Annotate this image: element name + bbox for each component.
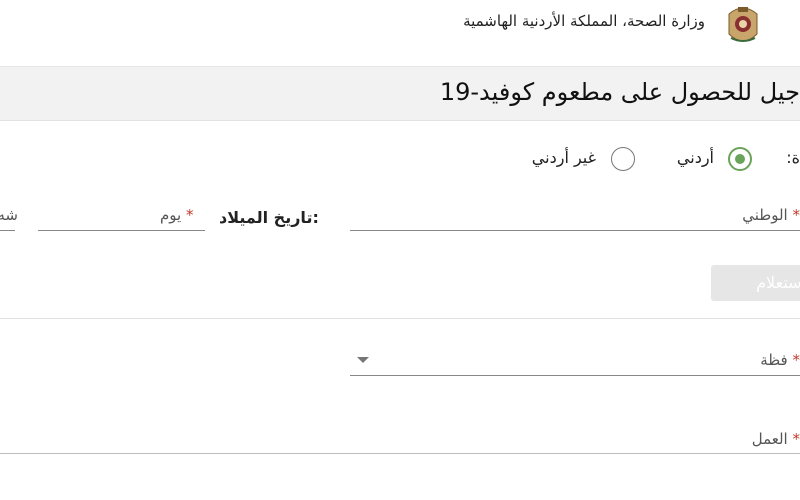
- page-title: جيل للحصول على مطعوم كوفيد-19: [439, 78, 800, 106]
- radio-non-jordanian-label[interactable]: غير أردني: [532, 148, 596, 167]
- day-label: * يوم: [160, 206, 194, 224]
- governorate-label-text: فظة: [760, 351, 788, 369]
- inquiry-button[interactable]: استعلام: [711, 265, 800, 301]
- dob-label: تاريخ الميلاد:: [219, 208, 319, 227]
- section-divider: [0, 318, 800, 319]
- governorate-label: * فظة: [760, 351, 800, 369]
- month-input[interactable]: [0, 230, 15, 231]
- ministry-name: وزارة الصحة، المملكة الأردنية الهاشمية: [463, 12, 705, 30]
- work-input[interactable]: [0, 453, 800, 454]
- radio-jordanian[interactable]: [728, 147, 752, 171]
- nationality-label: ة:: [786, 148, 800, 167]
- governorate-select[interactable]: [350, 375, 800, 376]
- required-mark: *: [792, 351, 800, 369]
- work-label-text: العمل: [751, 430, 788, 448]
- day-label-text: يوم: [160, 206, 182, 224]
- required-mark: *: [792, 430, 800, 448]
- day-input[interactable]: [38, 230, 205, 231]
- national-id-label-text: الوطني: [742, 206, 788, 224]
- required-mark: *: [792, 206, 800, 224]
- required-mark: *: [186, 206, 194, 224]
- national-id-label: * الوطني: [742, 206, 800, 224]
- chevron-down-icon[interactable]: [357, 357, 369, 363]
- work-label: * العمل: [752, 430, 800, 448]
- radio-non-jordanian[interactable]: [611, 147, 635, 171]
- jordan-crest-icon: [728, 7, 758, 42]
- site-header: [0, 0, 800, 67]
- month-label: شه: [0, 206, 18, 224]
- radio-jordanian-label[interactable]: أردني: [677, 148, 714, 167]
- national-id-input[interactable]: [350, 230, 800, 231]
